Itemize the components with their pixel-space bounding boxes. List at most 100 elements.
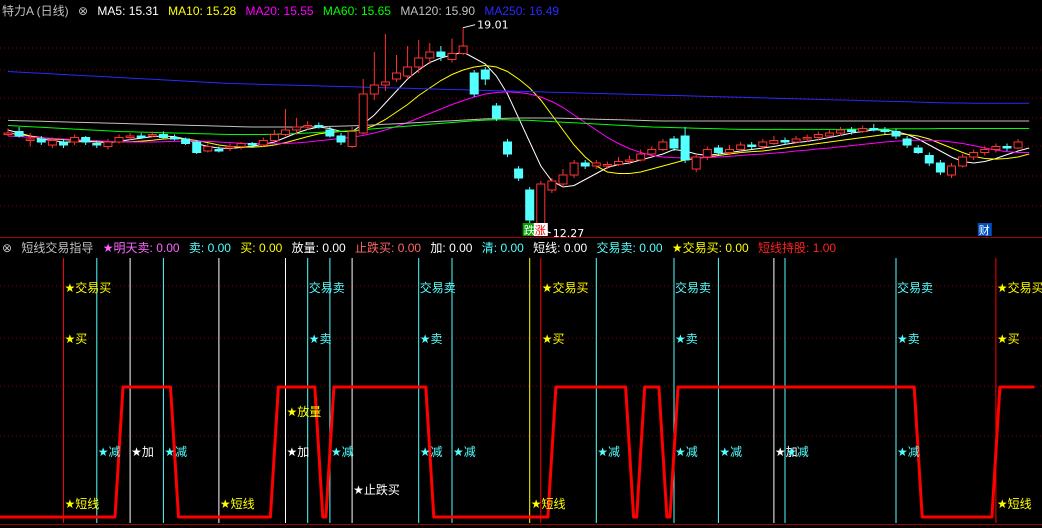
- indicator-fangliang: 放量: 0.00: [291, 241, 346, 255]
- signal-label: ★短线: [220, 497, 255, 511]
- chevron-down-icon[interactable]: ⊗: [78, 4, 88, 18]
- signal-label: ★交易买: [997, 280, 1042, 295]
- candle-body: [336, 135, 346, 143]
- candle-body: [503, 141, 512, 155]
- candle-body: [70, 137, 80, 143]
- candle-body: [669, 138, 679, 149]
- candle-body: [758, 141, 768, 147]
- signal-label: ★减: [675, 445, 698, 459]
- high-price-label: 19.01: [477, 19, 509, 32]
- candle-body: [902, 138, 912, 146]
- candle-body: [702, 149, 712, 158]
- candle-body: [458, 45, 468, 54]
- indicator-name[interactable]: 短线交易指导: [21, 241, 93, 255]
- signal-label: ★买: [997, 332, 1020, 346]
- signal-label: ★卖: [675, 332, 698, 346]
- candle-body: [958, 156, 968, 167]
- candle-body: [602, 164, 612, 167]
- candle-body: [924, 155, 934, 164]
- candle-body: [81, 137, 91, 143]
- candle-body: [147, 134, 157, 137]
- high-pointer: [462, 24, 476, 29]
- stock-title[interactable]: 特力A (日线): [2, 4, 69, 18]
- signal-label: ★卖: [897, 332, 920, 346]
- indicator-jiaoyi-buy: ★交易买: 0.00: [671, 241, 749, 255]
- chart-stage[interactable]: 19.01 12.27 跌涨 财 ★交易买 ★买 ★短线 ★减 ★加 ★减 ★短线 ★放量 ★加 交易卖 ★…: [0, 0, 1042, 528]
- candle-body: [103, 141, 113, 147]
- candle-body: [547, 180, 557, 191]
- candle-body: [947, 165, 956, 176]
- candle-body: [25, 138, 35, 141]
- indicator-sell: 卖: 0.00: [188, 241, 231, 255]
- signal-label: ★卖: [420, 332, 443, 346]
- candle-body: [536, 183, 546, 227]
- candle-body: [725, 149, 734, 153]
- signal-label: ★短线: [65, 497, 100, 511]
- badge-zhang: 涨: [535, 224, 546, 237]
- ma120-value: MA120: 15.90: [400, 4, 476, 18]
- candle-body: [569, 162, 579, 176]
- indicator-mingtian-mai: ★明天卖: 0.00: [102, 241, 180, 255]
- candle-body: [869, 128, 879, 131]
- signal-label: ★减: [331, 445, 354, 459]
- main-header: 特力A (日线) ⊗ MA5: 15.31 MA10: 15.28 MA20: …: [2, 4, 565, 18]
- candle-body: [514, 168, 524, 179]
- candle-body: [847, 129, 857, 132]
- signal-label: ★短线: [997, 497, 1032, 511]
- candle-body: [158, 134, 168, 138]
- signal-label: ★交易买: [65, 280, 112, 295]
- candle-body: [425, 51, 435, 59]
- indicator-qing: 清: 0.00: [481, 241, 524, 255]
- candle-body: [380, 81, 390, 86]
- candle-body: [447, 53, 457, 60]
- indicator-buy: 买: 0.00: [240, 241, 283, 255]
- candle-body: [691, 156, 701, 170]
- candle-body: [647, 149, 657, 155]
- candle-body: [125, 135, 135, 138]
- ma-line-ma10: [7, 64, 1030, 174]
- candle-body: [203, 146, 213, 152]
- candle-body: [969, 152, 979, 158]
- candle-body: [736, 144, 746, 150]
- signal-label: ★止跌买: [353, 482, 400, 497]
- candle-body: [747, 144, 757, 147]
- candle-body: [935, 162, 945, 173]
- candle-body: [1002, 146, 1012, 149]
- candle-body: [469, 72, 479, 95]
- candle-body: [791, 138, 801, 143]
- signal-label: ★减: [597, 445, 620, 459]
- badge-die: 跌: [524, 223, 535, 237]
- candle-body: [858, 128, 868, 132]
- signal-label: ★卖: [309, 332, 332, 346]
- candle-body: [392, 72, 401, 80]
- candle-body: [525, 189, 535, 221]
- signal-label: ★减: [420, 445, 443, 459]
- candle-body: [92, 143, 102, 146]
- candle-body: [824, 132, 834, 137]
- candle-body: [136, 135, 146, 138]
- candle-body: [636, 153, 646, 161]
- signal-label: 交易卖: [897, 280, 933, 295]
- candle-body: [580, 162, 590, 167]
- signal-label: ★减: [164, 445, 187, 459]
- candle-body: [236, 143, 246, 147]
- signal-label: ★买: [542, 332, 565, 346]
- signal-label: ★减: [897, 445, 920, 459]
- candle-body: [891, 131, 901, 137]
- candle-body: [258, 140, 268, 146]
- settings-icon[interactable]: ⊗: [2, 241, 12, 255]
- ma250-value: MA250: 16.49: [484, 4, 560, 18]
- signal-label: ★加: [131, 445, 154, 459]
- indicator-duanxian: 短线: 0.00: [533, 241, 588, 255]
- candle-body: [3, 132, 13, 135]
- candle-body: [225, 146, 235, 149]
- ma20-value: MA20: 15.55: [245, 4, 314, 18]
- indicator-header: ⊗ 短线交易指导 ★明天卖: 0.00 卖: 0.00 买: 0.00 放量: …: [2, 241, 842, 255]
- kline-chart[interactable]: 19.01 12.27 跌涨 财 ★交易买 ★买 ★短线 ★减 ★加 ★减 ★短线 ★放量 ★加 交易卖 ★…: [0, 0, 1042, 528]
- ma-line-ma120: [7, 117, 1030, 128]
- candle-body: [713, 147, 723, 153]
- candle-body: [114, 137, 124, 143]
- signal-label: 交易卖: [675, 280, 711, 295]
- candle-body: [436, 51, 446, 57]
- indicator-holding: 短线持股: 1.00: [758, 241, 837, 255]
